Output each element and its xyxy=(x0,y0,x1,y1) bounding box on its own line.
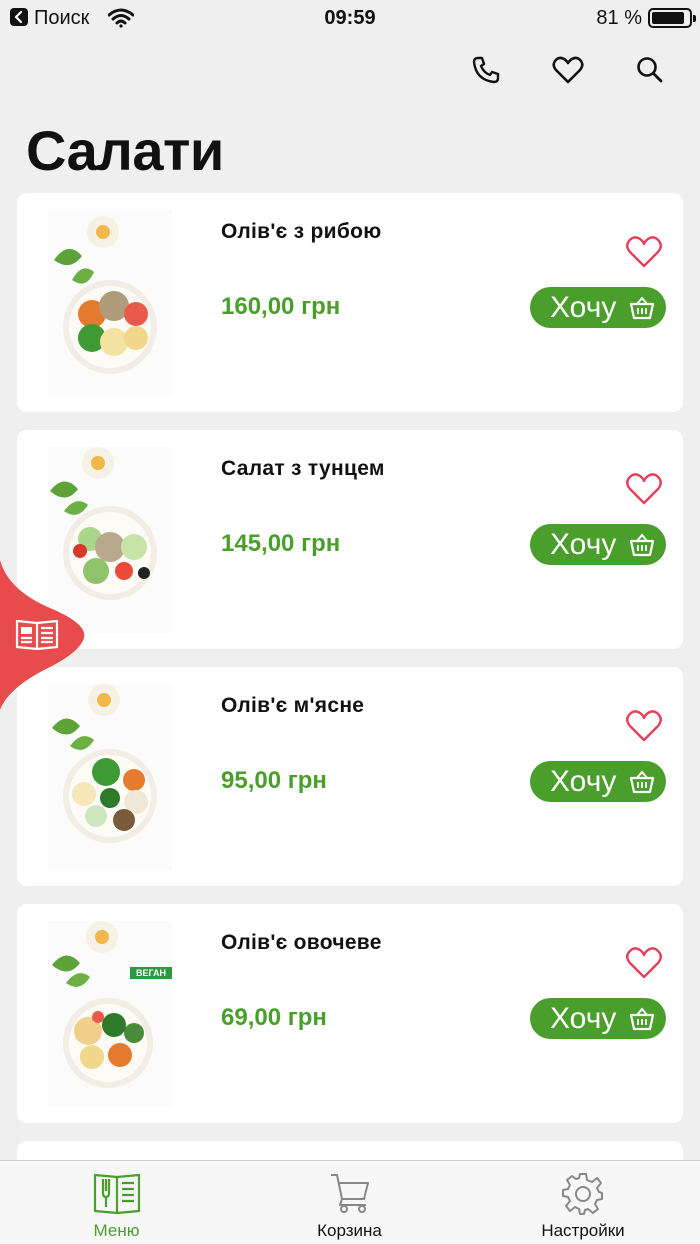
product-price: 160,00 грн xyxy=(221,293,341,320)
want-button[interactable]: Хочу xyxy=(530,998,666,1039)
product-price: 95,00 грн xyxy=(221,767,327,794)
want-button-label: Хочу xyxy=(550,290,617,324)
back-arrow-icon[interactable] xyxy=(10,8,28,26)
basket-icon xyxy=(628,1006,656,1040)
favorite-heart-icon[interactable] xyxy=(625,946,663,985)
favorite-heart-icon[interactable] xyxy=(625,472,663,511)
tab-settings[interactable]: Настройки xyxy=(466,1161,700,1244)
want-button-label: Хочу xyxy=(550,527,617,561)
phone-icon[interactable] xyxy=(466,50,506,90)
tab-label: Меню xyxy=(93,1221,140,1240)
product-photo xyxy=(48,684,172,870)
tab-label: Корзина xyxy=(317,1221,382,1240)
clock: 09:59 xyxy=(324,7,376,29)
want-button[interactable]: Хочу xyxy=(530,761,666,802)
product-name: Салат з тунцем xyxy=(221,457,385,480)
product-name: Олів'є з рибою xyxy=(221,220,382,243)
product-card[interactable]: Олів'є м'ясне 95,00 грн Хочу xyxy=(17,667,683,886)
battery-percentage: 81 % xyxy=(596,7,642,29)
bottom-tab-bar: Меню Корзина Настройки xyxy=(0,1160,700,1244)
product-card[interactable]: Салат з тунцем 145,00 грн Хочу xyxy=(17,430,683,649)
product-photo xyxy=(48,210,172,396)
basket-icon xyxy=(628,295,656,329)
product-name: Олів'є м'ясне xyxy=(221,694,365,717)
status-bar: Поиск 09:59 81 % xyxy=(0,0,700,36)
back-to-search-label[interactable]: Поиск xyxy=(34,7,89,30)
search-icon[interactable] xyxy=(630,50,670,90)
tab-label: Настройки xyxy=(541,1221,625,1240)
menu-book-icon xyxy=(92,1171,142,1220)
catalog-side-tab[interactable] xyxy=(0,560,88,710)
tab-cart[interactable]: Корзина xyxy=(233,1161,466,1244)
battery-icon xyxy=(648,8,696,28)
wifi-icon xyxy=(107,8,135,33)
product-name: Олів'є овочеве xyxy=(221,931,382,954)
favorite-heart-icon[interactable] xyxy=(625,235,663,274)
favorite-heart-icon[interactable] xyxy=(625,709,663,748)
gear-icon xyxy=(561,1171,605,1220)
basket-icon xyxy=(628,532,656,566)
product-card[interactable]: ВЕГАН Олів'є овочеве 69,00 грн Хочу xyxy=(17,904,683,1123)
favorites-heart-icon[interactable] xyxy=(548,50,588,90)
vegan-badge: ВЕГАН xyxy=(130,967,172,979)
tab-menu[interactable]: Меню xyxy=(0,1161,233,1244)
cart-icon xyxy=(328,1171,372,1220)
want-button-label: Хочу xyxy=(550,764,617,798)
page-title: Салати xyxy=(26,119,224,182)
product-price: 69,00 грн xyxy=(221,1004,327,1031)
basket-icon xyxy=(628,769,656,803)
want-button[interactable]: Хочу xyxy=(530,524,666,565)
product-price: 145,00 грн xyxy=(221,530,341,557)
want-button[interactable]: Хочу xyxy=(530,287,666,328)
header-actions xyxy=(466,50,670,90)
want-button-label: Хочу xyxy=(550,1001,617,1035)
product-card[interactable]: Олів'є з рибою 160,00 грн Хочу xyxy=(17,193,683,412)
product-photo: ВЕГАН xyxy=(48,921,172,1107)
